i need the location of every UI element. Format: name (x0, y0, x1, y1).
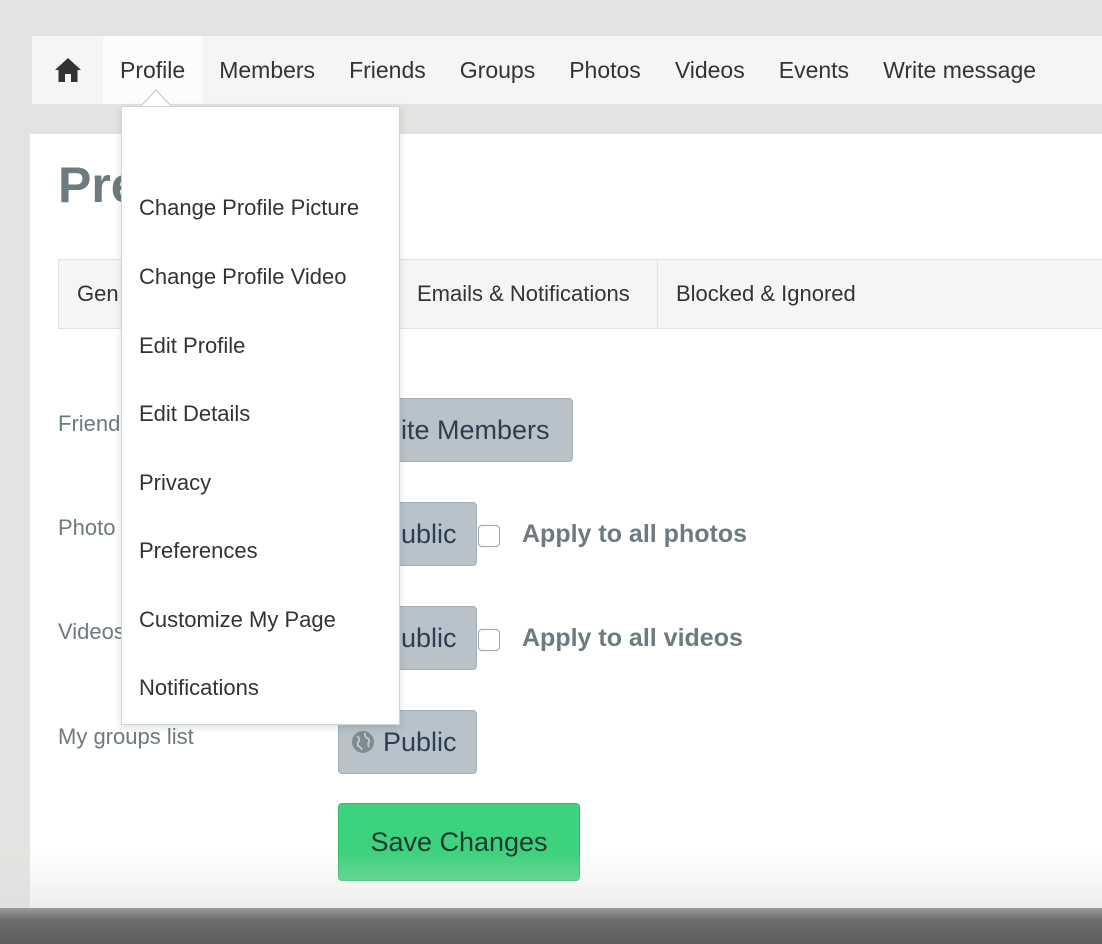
globe-icon (351, 730, 375, 754)
photos-privacy-label: Photo (58, 515, 116, 540)
profile-dropdown-menu: Change Profile Picture Change Profile Vi… (121, 106, 400, 725)
nav-events[interactable]: Events (762, 36, 866, 104)
menu-edit-details[interactable]: Edit Details (139, 401, 250, 427)
menu-preferences[interactable]: Preferences (139, 538, 258, 564)
groups-privacy-value: Public (383, 726, 457, 757)
menu-notifications[interactable]: Notifications (139, 675, 259, 701)
apply-all-videos-label[interactable]: Apply to all videos (522, 624, 743, 653)
nav-photos[interactable]: Photos (552, 36, 658, 104)
home-icon (54, 58, 81, 82)
nav-videos[interactable]: Videos (658, 36, 762, 104)
main-navbar: Profile Members Friends Groups Photos Vi… (32, 36, 1102, 104)
friends-privacy-label: Friend (58, 411, 121, 436)
bottom-fade (0, 852, 1102, 912)
nav-members[interactable]: Members (202, 36, 332, 104)
groups-privacy-label: My groups list (58, 724, 194, 749)
menu-edit-profile[interactable]: Edit Profile (139, 333, 245, 359)
nav-home[interactable] (32, 36, 103, 104)
dropdown-caret (142, 91, 170, 106)
apply-all-photos-checkbox[interactable] (478, 525, 500, 547)
tab-blocked-ignored[interactable]: Blocked & Ignored (658, 260, 874, 328)
menu-change-profile-video[interactable]: Change Profile Video (139, 264, 347, 290)
bottom-shadow (0, 908, 1102, 944)
videos-privacy-label: Videos (58, 619, 125, 644)
tab-emails-notifications[interactable]: Emails & Notifications (399, 260, 658, 328)
nav-friends[interactable]: Friends (332, 36, 443, 104)
friends-privacy-value: Site Members (383, 414, 550, 445)
apply-all-photos-label[interactable]: Apply to all photos (522, 520, 747, 549)
menu-customize-my-page[interactable]: Customize My Page (139, 607, 336, 633)
menu-privacy[interactable]: Privacy (139, 470, 211, 496)
nav-groups[interactable]: Groups (443, 36, 552, 104)
apply-all-videos-checkbox[interactable] (478, 629, 500, 651)
menu-change-profile-picture[interactable]: Change Profile Picture (139, 195, 359, 221)
nav-write-message[interactable]: Write message (866, 36, 1053, 104)
